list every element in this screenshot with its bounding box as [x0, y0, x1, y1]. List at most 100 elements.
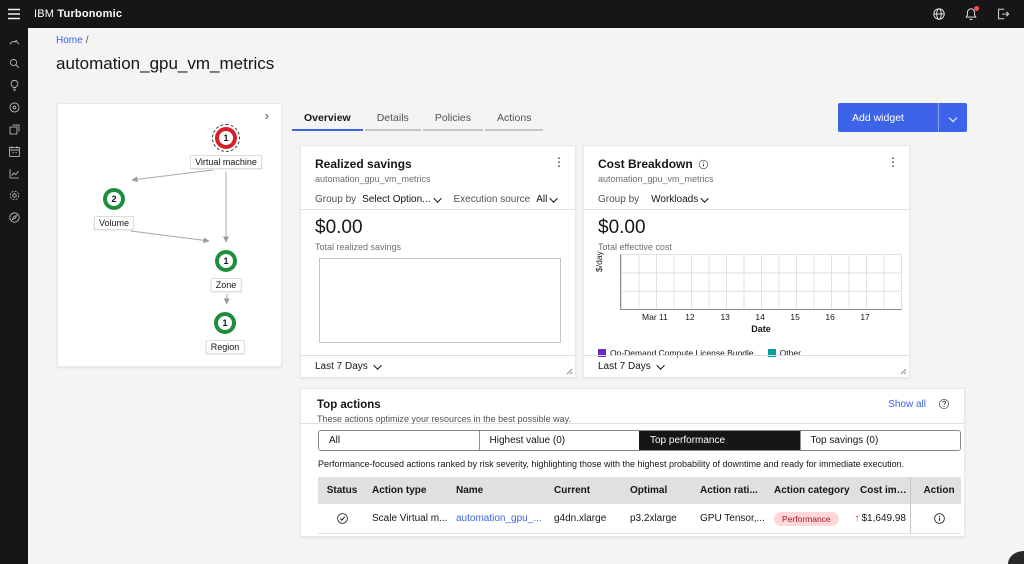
card-controls: Group by Select Option... Execution sour… — [315, 193, 561, 205]
page-title: automation_gpu_vm_metrics — [56, 54, 275, 73]
x-tick: 14 — [755, 312, 765, 322]
search-icon[interactable] — [6, 56, 22, 71]
brand-name: Turbonomic — [57, 8, 123, 20]
lightbulb-icon[interactable] — [6, 78, 22, 93]
hamburger-menu-icon[interactable] — [0, 0, 28, 28]
node-count: 1 — [222, 318, 228, 328]
section-subtitle: These actions optimize your resources in… — [317, 414, 571, 424]
table-row[interactable]: Scale Virtual m... automation_gpu_... g4… — [318, 504, 961, 534]
time-range-value: Last 7 Days — [315, 361, 368, 372]
topbar-actions — [930, 5, 1024, 23]
current-cell: g4dn.xlarge — [554, 513, 607, 524]
supply-chain-node-region[interactable]: 1 — [214, 312, 236, 334]
tab-details[interactable]: Details — [364, 106, 421, 131]
col-cost-impact[interactable]: Cost impact — [854, 485, 910, 496]
plans-copy-icon[interactable] — [6, 122, 22, 137]
entity-tabs: Overview Details Policies Actions — [292, 106, 544, 131]
realized-savings-header: Realized savings ⋮ automation_gpu_vm_met… — [301, 146, 575, 210]
globe-icon[interactable] — [930, 5, 948, 23]
help-icon[interactable] — [938, 398, 950, 410]
group-by-label: Group by — [315, 194, 357, 205]
action-type-cell: Scale Virtual m... — [372, 513, 448, 524]
compass-navigate-icon[interactable] — [6, 210, 22, 225]
node-label-region[interactable]: Region — [205, 340, 245, 354]
total-effective-cost-amount: $0.00 — [598, 217, 646, 238]
x-tick: Mar 11 — [642, 312, 668, 322]
breadcrumb: Home / — [56, 35, 88, 46]
tab-overview[interactable]: Overview — [292, 106, 363, 131]
gauge-dashboard-icon[interactable] — [6, 34, 22, 49]
col-name[interactable]: Name — [450, 485, 548, 496]
filter-all[interactable]: All — [319, 431, 479, 450]
node-count: 1 — [223, 256, 229, 266]
col-action-category[interactable]: Action category — [768, 485, 854, 496]
execution-source-label: Execution source — [453, 194, 531, 205]
supply-chain-arrows — [130, 169, 230, 305]
check-circle-icon — [336, 513, 348, 524]
execution-source-select[interactable]: All — [536, 193, 559, 205]
chevron-down-icon — [656, 360, 665, 370]
node-count: 1 — [223, 133, 229, 143]
notifications-bell-icon[interactable] — [962, 5, 980, 23]
col-action-type[interactable]: Action type — [366, 485, 450, 496]
supply-chain-panel: › 1 Virtual machine 2 Volume 1 Zone 1 Re… — [57, 103, 282, 367]
info-icon[interactable] — [698, 159, 709, 170]
supply-chain-node-virtual-machine[interactable]: 1 — [212, 124, 240, 152]
performance-badge: Performance — [774, 511, 839, 526]
show-all-link[interactable]: Show all — [888, 399, 926, 410]
time-range-select[interactable]: Last 7 Days — [301, 355, 575, 377]
x-axis-label: Date — [751, 324, 771, 334]
chevron-down-icon — [432, 193, 442, 203]
node-label-virtual-machine[interactable]: Virtual machine — [190, 155, 262, 169]
add-widget-split-button: Add widget — [838, 103, 967, 132]
col-optimal[interactable]: Optimal — [624, 485, 694, 496]
app-title: IBM Turbonomic — [34, 8, 122, 20]
kebab-menu-icon[interactable]: ⋮ — [553, 156, 565, 168]
node-label-zone[interactable]: Zone — [210, 278, 242, 292]
chevron-down-icon — [948, 113, 958, 122]
supply-chain-node-volume[interactable]: 2 — [103, 188, 125, 210]
analytics-chart-icon[interactable] — [6, 166, 22, 181]
y-axis-label: $/day — [594, 251, 604, 272]
action-category-cell: Performance — [768, 511, 854, 526]
col-current[interactable]: Current — [548, 485, 624, 496]
time-range-select[interactable]: Last 7 Days — [584, 355, 909, 377]
add-widget-dropdown-button[interactable] — [938, 103, 967, 132]
supply-chain-node-zone[interactable]: 1 — [215, 250, 237, 272]
viewport-corner-widget — [1008, 551, 1024, 564]
col-action[interactable]: Action — [910, 477, 961, 504]
breadcrumb-separator: / — [85, 35, 89, 46]
top-actions-card: Top actions These actions optimize your … — [300, 388, 965, 537]
resize-handle[interactable] — [899, 367, 907, 375]
filter-highest-value[interactable]: Highest value (0) — [478, 431, 639, 450]
col-action-rationale[interactable]: Action rati... — [694, 485, 768, 496]
schedule-calendar-icon[interactable] — [6, 144, 22, 159]
group-by-label: Group by — [598, 194, 640, 205]
entity-name-link[interactable]: automation_gpu_... — [456, 513, 542, 524]
chart-plot-area — [620, 254, 902, 310]
filter-top-savings[interactable]: Top savings (0) — [799, 431, 960, 450]
col-status[interactable]: Status — [318, 485, 366, 496]
group-by-select[interactable]: Workloads — [651, 193, 710, 205]
filter-description: Performance-focused actions ranked by ri… — [318, 459, 905, 469]
node-label-volume[interactable]: Volume — [93, 216, 135, 230]
group-by-value: Workloads — [651, 194, 699, 205]
breadcrumb-home-link[interactable]: Home — [56, 35, 83, 46]
add-widget-button[interactable]: Add widget — [838, 103, 938, 132]
action-details-info-icon[interactable] — [933, 512, 946, 525]
tab-policies[interactable]: Policies — [422, 106, 483, 131]
card-controls: Group by Workloads — [598, 193, 895, 205]
empty-chart-placeholder — [319, 258, 561, 343]
realized-savings-card: Realized savings ⋮ automation_gpu_vm_met… — [300, 145, 576, 378]
kebab-menu-icon[interactable]: ⋮ — [887, 156, 899, 168]
execution-source-value: All — [536, 194, 548, 205]
location-target-icon[interactable] — [6, 100, 22, 115]
resize-handle[interactable] — [565, 367, 573, 375]
notification-badge — [974, 6, 979, 11]
filter-top-performance[interactable]: Top performance — [639, 431, 800, 450]
settings-gear-icon[interactable] — [6, 188, 22, 203]
tab-actions[interactable]: Actions — [485, 106, 544, 131]
x-tick: 17 — [860, 312, 870, 322]
group-by-select[interactable]: Select Option... — [362, 193, 442, 205]
logout-icon[interactable] — [994, 5, 1012, 23]
